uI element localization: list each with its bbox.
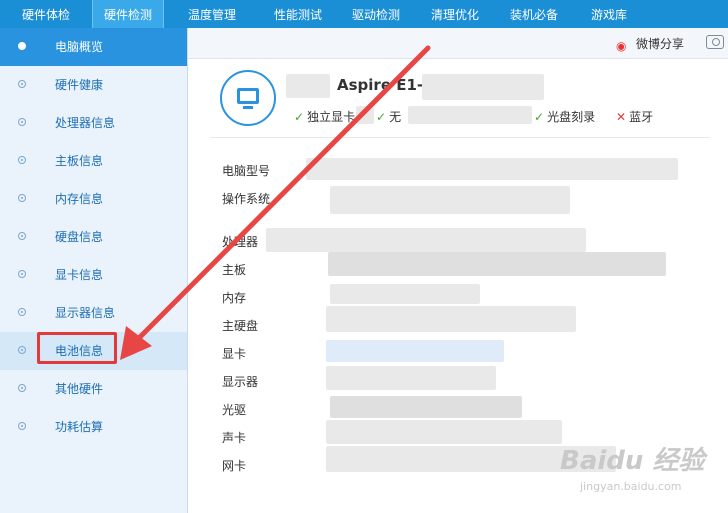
redacted-block	[356, 106, 374, 124]
sidebar-item-label: 主板信息	[55, 154, 104, 168]
top-nav: 硬件体检 硬件检测 温度管理 性能测试 驱动检测 清理优化 装机必备 游戏库	[0, 0, 728, 28]
redacted-value	[266, 228, 586, 252]
redacted-value	[330, 396, 522, 418]
bullet-icon	[18, 422, 26, 430]
check-icon: ✓	[534, 110, 545, 124]
redacted-block	[408, 106, 532, 124]
label-model: 电脑型号	[222, 164, 271, 178]
feature-label: 蓝牙	[629, 110, 654, 124]
label-cpu: 处理器	[222, 235, 259, 249]
sidebar-item-gpu[interactable]: 显卡信息	[0, 256, 187, 294]
sidebar-item-label: 内存信息	[55, 192, 104, 206]
weibo-share-button[interactable]: ◉ 微博分享	[616, 35, 684, 53]
sub-toolbar: ◉ 微博分享	[188, 28, 728, 59]
bullet-icon	[18, 80, 26, 88]
camera-icon[interactable]	[706, 35, 724, 49]
divider	[210, 137, 710, 138]
tab-games[interactable]: 游戏库	[574, 0, 644, 28]
computer-icon	[220, 70, 276, 126]
tab-performance[interactable]: 性能测试	[260, 0, 336, 28]
computer-model-title: Aspire E1-	[293, 76, 423, 94]
model-text: Aspire E1-	[337, 76, 424, 94]
redacted-value	[326, 306, 576, 332]
sidebar-item-health[interactable]: 硬件健康	[0, 66, 187, 104]
redacted-value	[330, 186, 570, 214]
sidebar-item-label: 电脑概览	[55, 40, 104, 54]
label-monitor: 显示器	[222, 375, 259, 389]
label-network: 网卡	[222, 459, 247, 473]
redacted-value	[328, 252, 666, 276]
bullet-icon	[18, 118, 26, 126]
check-icon: ✓	[376, 110, 387, 124]
redacted-value	[306, 158, 678, 180]
share-label: 微博分享	[635, 37, 684, 51]
annotation-highlight-box	[37, 332, 117, 364]
sidebar-item-label: 功耗估算	[55, 420, 104, 434]
tab-install[interactable]: 装机必备	[494, 0, 574, 28]
sidebar-item-label: 显卡信息	[55, 268, 104, 282]
label-motherboard: 主板	[222, 263, 247, 277]
bullet-icon	[18, 232, 26, 240]
feature-item: ✕ 蓝牙	[616, 108, 653, 125]
baidu-watermark-url: jingyan.baidu.com	[580, 480, 682, 493]
sidebar-item-monitor[interactable]: 显示器信息	[0, 294, 187, 332]
bullet-icon	[18, 308, 26, 316]
tab-hardware-checkup[interactable]: 硬件体检	[0, 0, 92, 28]
baidu-watermark-logo: Baidu 经验	[560, 446, 705, 476]
bullet-icon	[18, 384, 26, 392]
redacted-value	[326, 366, 496, 390]
sidebar-item-motherboard[interactable]: 主板信息	[0, 142, 187, 180]
label-audio: 声卡	[222, 431, 247, 445]
sidebar-item-power[interactable]: 功耗估算	[0, 408, 187, 446]
label-memory: 内存	[222, 291, 247, 305]
label-gpu: 显卡	[222, 347, 247, 361]
sidebar-item-other[interactable]: 其他硬件	[0, 370, 187, 408]
bullet-icon	[18, 346, 26, 354]
sidebar-item-label: 硬盘信息	[55, 230, 104, 244]
tab-hardware-detect[interactable]: 硬件检测	[92, 0, 164, 28]
sidebar-item-cpu[interactable]: 处理器信息	[0, 104, 187, 142]
feature-label: 独立显卡	[307, 110, 356, 124]
redacted-value	[326, 420, 562, 444]
sidebar-item-label: 硬件健康	[55, 78, 104, 92]
redacted-block	[422, 74, 544, 100]
sidebar-item-label: 显示器信息	[55, 306, 116, 320]
redacted-value	[326, 340, 504, 362]
label-optical: 光驱	[222, 403, 247, 417]
label-os: 操作系统	[222, 192, 271, 206]
cross-icon: ✕	[616, 110, 627, 124]
bullet-icon	[18, 270, 26, 278]
sidebar-item-label: 处理器信息	[55, 116, 116, 130]
check-icon: ✓	[294, 110, 305, 124]
label-main-disk: 主硬盘	[222, 319, 259, 333]
bullet-icon	[18, 194, 26, 202]
weibo-icon: ◉	[615, 39, 627, 53]
bullet-icon	[18, 156, 26, 164]
sidebar-item-overview[interactable]: 电脑概览	[0, 28, 187, 66]
sidebar-item-disk[interactable]: 硬盘信息	[0, 218, 187, 256]
tab-driver[interactable]: 驱动检测	[336, 0, 416, 28]
tab-temperature[interactable]: 温度管理	[164, 0, 260, 28]
feature-item: ✓ 无	[376, 108, 401, 125]
feature-item: ✓ 光盘刻录	[534, 108, 595, 125]
tab-cleanup[interactable]: 清理优化	[416, 0, 494, 28]
feature-item: ✓ 独立显卡	[294, 108, 355, 125]
sidebar: 电脑概览 硬件健康 处理器信息 主板信息 内存信息 硬盘信息 显卡信息 显示器信…	[0, 28, 188, 513]
feature-label: 光盘刻录	[547, 110, 596, 124]
feature-label: 无	[389, 110, 402, 124]
bullet-icon	[18, 42, 26, 50]
sidebar-item-label: 其他硬件	[55, 382, 104, 396]
sidebar-item-memory[interactable]: 内存信息	[0, 180, 187, 218]
redacted-value	[330, 284, 480, 304]
